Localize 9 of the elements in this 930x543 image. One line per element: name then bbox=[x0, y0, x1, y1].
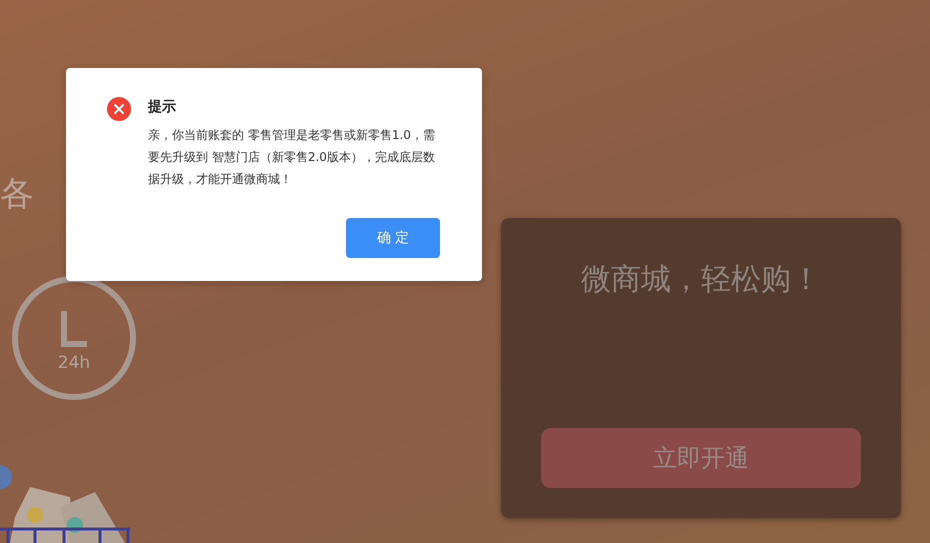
headline-fragment: 各 bbox=[0, 173, 35, 216]
activate-button[interactable]: 立即开通 bbox=[541, 428, 861, 488]
clock-label: 24h bbox=[58, 353, 90, 373]
promo-title: 微商城，轻松购！ bbox=[581, 261, 821, 299]
clock-hands-icon bbox=[59, 309, 89, 349]
confirm-button[interactable]: 确 定 bbox=[346, 218, 440, 258]
dialog-message: 亲，你当前账套的 零售管理是老零售或新零售1.0，需要先升级到 智慧门店（新零售2.0版本），完成底层数据升级，才能开通微商城！ bbox=[148, 127, 436, 188]
error-icon bbox=[107, 97, 131, 121]
dialog-title: 提示 bbox=[148, 98, 177, 117]
